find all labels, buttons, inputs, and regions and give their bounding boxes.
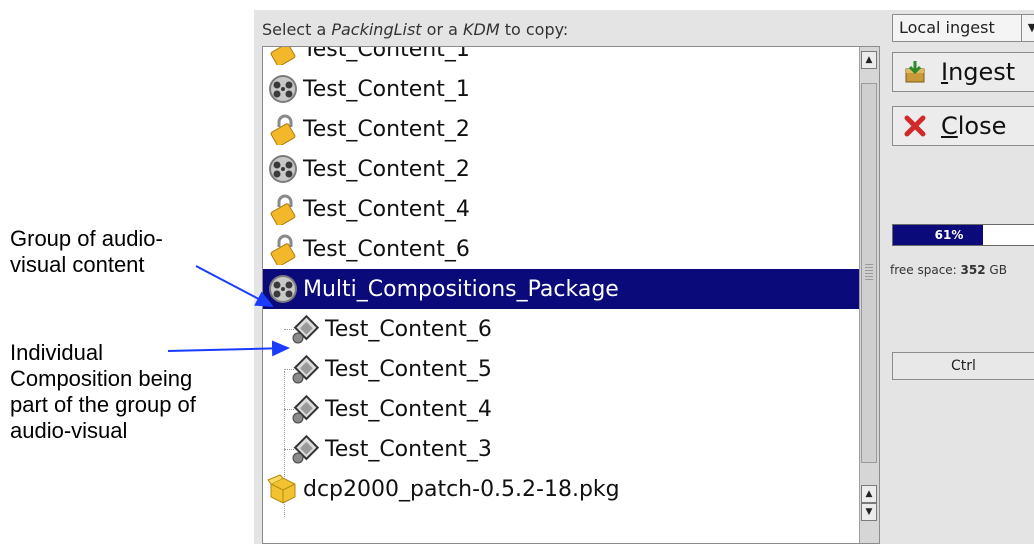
disk-usage-progress: 61% [892,224,1034,246]
close-icon [904,115,926,137]
annotation-line: Composition being [10,366,193,391]
list-item[interactable]: Multi_Compositions_Package [263,269,861,309]
list-item-label: Test_Content_5 [325,356,492,382]
content-list[interactable]: Test_Content_1 Test_Content_1 Test_Content… [262,46,880,544]
film-reel-icon [267,153,299,185]
lock-icon [267,193,299,225]
tree-connector-branch [284,449,294,450]
prompt-kdm: KDM [463,20,500,39]
progress-text: 61% [934,228,964,242]
package-icon [267,473,299,505]
film-reel-icon [267,273,299,305]
list-item-label: Test_Content_2 [303,116,470,142]
annotation-line: Group of audio- [10,226,163,251]
close-button[interactable]: Close [892,106,1034,146]
list-item-label: Test_Content_1 [303,76,470,102]
scroll-up-button[interactable]: ▲ [861,51,877,69]
scrollbar-grip [865,264,873,280]
list-item-label: Test_Content_3 [325,436,492,462]
list-item-label: Test_Content_4 [303,196,470,222]
annotation-line: part of the group of [10,392,196,417]
prompt-packinglist: PackingList [331,20,422,39]
list-item[interactable]: Test_Content_2 [263,149,861,189]
list-item-label: dcp2000_patch-0.5.2-18.pkg [303,476,620,502]
tree-connector-branch [284,329,294,330]
list-item[interactable]: Test_Content_4 [263,189,861,229]
vertical-scrollbar[interactable]: ▲ ▲ ▼ [859,47,879,543]
annotation-line: visual content [10,252,145,277]
list-item-label: Test_Content_1 [303,47,470,62]
list-item-label: Test_Content_6 [325,316,492,342]
annotation-individual-label: Individual Composition being part of the… [10,340,196,444]
close-label: Close [941,112,1006,140]
ingest-button[interactable]: Ingest [892,52,1034,92]
prompt-text: Select a [262,20,332,39]
prompt-text: to copy: [499,20,569,39]
lock-icon [267,47,299,65]
free-space-label: free space: 352 GB [890,263,1007,277]
close-label-rest: lose [957,112,1007,140]
list-item[interactable]: Test_Content_1 [263,47,861,69]
tree-connector-branch [284,409,294,410]
ingest-mode-select[interactable]: Local ingest ▼ [892,14,1034,42]
ingest-label: Ingest [941,58,1015,86]
list-item-label: Test_Content_6 [303,236,470,262]
tree-connector-branch [284,369,294,370]
list-item-composition[interactable]: Test_Content_6 [263,309,861,349]
free-space-unit: GB [985,263,1007,277]
list-prompt: Select a PackingList or a KDM to copy: [262,20,568,39]
list-item-label: Test_Content_4 [325,396,492,422]
ingest-dialog: Select a PackingList or a KDM to copy: T… [254,10,1034,544]
scroll-up-button[interactable]: ▲ [861,485,877,503]
ingest-label-rest: ngest [948,58,1016,86]
list-item-label: Multi_Compositions_Package [303,276,619,302]
list-item[interactable]: dcp2000_patch-0.5.2-18.pkg [263,469,861,509]
prompt-text: or a [421,20,464,39]
film-reel-icon [267,73,299,105]
free-space-text: free space: [890,263,961,277]
chevron-down-icon[interactable]: ▼ [1021,15,1034,41]
list-item-composition[interactable]: Test_Content_3 [263,429,861,469]
annotation-group-label: Group of audio- visual content [10,226,163,278]
lock-icon [267,233,299,265]
list-item[interactable]: Test_Content_6 [263,229,861,269]
ingest-icon [905,61,925,83]
annotation-line: audio-visual [10,418,128,443]
close-accelerator: C [941,112,958,140]
lock-icon [267,113,299,145]
ingest-mode-value: Local ingest [899,18,995,37]
list-item[interactable]: Test_Content_1 [263,69,861,109]
list-item-label: Test_Content_2 [303,156,470,182]
scrollbar-thumb[interactable] [861,83,877,463]
list-item[interactable]: Test_Content_2 [263,109,861,149]
scroll-down-button[interactable]: ▼ [861,503,877,521]
annotation-line: Individual [10,340,103,365]
content-list-rows: Test_Content_1 Test_Content_1 Test_Content… [263,47,861,543]
ctrl-button[interactable]: Ctrl [892,352,1034,380]
free-space-value: 352 [960,263,986,277]
list-item-composition[interactable]: Test_Content_5 [263,349,861,389]
list-item-composition[interactable]: Test_Content_4 [263,389,861,429]
